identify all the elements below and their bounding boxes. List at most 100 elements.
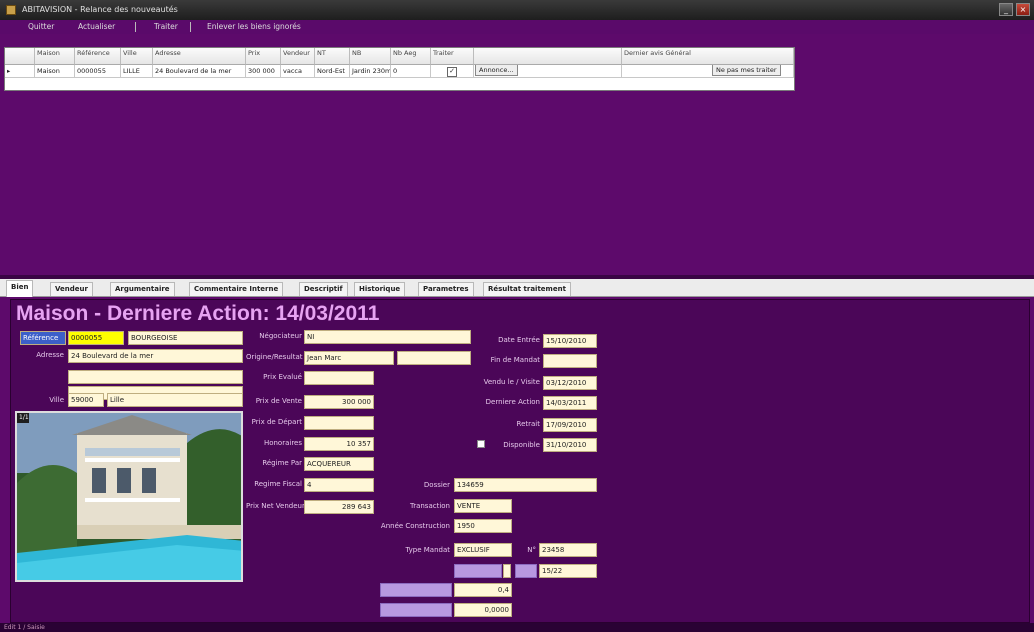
row-selector-arrow-icon[interactable]: ▸	[5, 65, 35, 78]
origin-extra-field[interactable]	[397, 351, 471, 365]
lavender-label-amount	[380, 603, 452, 617]
grid-header-treat[interactable]: Traiter	[431, 48, 474, 65]
tab-parametres[interactable]: Parametres	[418, 282, 474, 296]
cell-notice: Annonce...	[474, 65, 622, 78]
grid-header-seller[interactable]: Vendeur	[281, 48, 315, 65]
lavender-label-rate	[380, 583, 452, 597]
construction-year-label: Année Construction	[380, 522, 450, 530]
menu-quit[interactable]: Quitter	[28, 22, 54, 31]
cell-seller[interactable]: vacca	[281, 65, 315, 78]
minimize-icon[interactable]: _	[999, 3, 1013, 16]
cell-type[interactable]: Maison	[35, 65, 75, 78]
city-field[interactable]: Lille	[107, 393, 243, 407]
sale-price-label: Prix de Vente	[255, 397, 302, 405]
cell-nbaeg[interactable]: 0	[391, 65, 431, 78]
sold-visit-field[interactable]: 03/12/2010	[543, 376, 597, 390]
tab-resultat-traitement[interactable]: Résultat traitement	[483, 282, 571, 296]
mandate-end-field[interactable]	[543, 354, 597, 368]
reference-field[interactable]: 0000055	[68, 331, 124, 345]
property-photo-image	[17, 413, 241, 580]
tab-strip: Bien Vendeur Argumentaire Commentaire In…	[0, 279, 1034, 297]
negotiator-field[interactable]: NI	[304, 330, 471, 344]
net-seller-price-field[interactable]: 289 643	[304, 500, 374, 514]
fees-label: Honoraires	[263, 439, 302, 447]
estimated-price-field[interactable]	[304, 371, 374, 385]
available-checkbox[interactable]	[477, 440, 485, 448]
amount-field[interactable]: 0,0000	[454, 603, 512, 617]
withdrawal-field[interactable]: 17/09/2010	[543, 418, 597, 432]
grid-header-price[interactable]: Prix	[246, 48, 281, 65]
grid-header-nt[interactable]: NT	[315, 48, 350, 65]
last-action-label: Derniere Action	[485, 398, 540, 406]
tab-historique[interactable]: Historique	[354, 282, 406, 296]
cell-price[interactable]: 300 000	[246, 65, 281, 78]
grid-header-type[interactable]: Maison	[35, 48, 75, 65]
lavender-field-1[interactable]	[454, 564, 502, 578]
cell-city[interactable]: LILLE	[121, 65, 153, 78]
menu-refresh[interactable]: Actualiser	[78, 22, 115, 31]
paid-by-label: Régime Par	[262, 459, 302, 467]
reference-extra-field[interactable]: BOURGEOISE	[128, 331, 243, 345]
file-label: Dossier	[423, 481, 450, 489]
notice-button[interactable]: Annonce...	[475, 65, 518, 76]
address-label: Adresse	[36, 351, 64, 359]
file-field[interactable]: 134659	[454, 478, 597, 492]
tab-descriptif[interactable]: Descriptif	[299, 282, 348, 296]
grid-header-address[interactable]: Adresse	[153, 48, 246, 65]
lavender-field-2[interactable]	[515, 564, 537, 578]
city-label: Ville	[49, 396, 64, 404]
paid-by-field[interactable]: ACQUEREUR	[304, 457, 374, 471]
status-bar: Edit 1 / Saisie	[0, 623, 1034, 632]
menu-bar: Quitter Actualiser Traiter Enlever les b…	[0, 20, 1034, 34]
transaction-label: Transaction	[409, 502, 450, 510]
treat-checkbox[interactable]: ✓	[447, 67, 457, 77]
construction-year-field[interactable]: 1950	[454, 519, 512, 533]
sale-price-field[interactable]: 300 000	[304, 395, 374, 409]
extra-field[interactable]: 15/22	[539, 564, 597, 578]
tab-argumentaire[interactable]: Argumentaire	[110, 282, 175, 296]
menu-treat[interactable]: Traiter	[154, 22, 178, 31]
cell-nb[interactable]: Jardin 230m²	[350, 65, 391, 78]
grid-header-nbaeg[interactable]: Nb Aeg	[391, 48, 431, 65]
grid-header-reference[interactable]: Référence	[75, 48, 121, 65]
menu-unmark-ignored[interactable]: Enlever les biens ignorés	[207, 22, 301, 31]
window-titlebar: ABITAVISION - Relance des nouveautés _ ×	[0, 0, 1034, 20]
grid-header-last-notice[interactable]: Dernier avis Général	[622, 48, 794, 65]
start-price-label: Prix de Départ	[251, 418, 302, 426]
property-photo[interactable]: 1/1	[15, 411, 243, 582]
number-field[interactable]: 23458	[539, 543, 597, 557]
entry-date-label: Date Entrée	[498, 336, 540, 344]
cell-treat[interactable]: ✓	[431, 65, 474, 78]
tab-vendeur[interactable]: Vendeur	[50, 282, 93, 296]
origin-field[interactable]: Jean Marc	[304, 351, 394, 365]
tab-bien[interactable]: Bien	[6, 280, 34, 297]
cell-reference[interactable]: 0000055	[75, 65, 121, 78]
grid-header-nb[interactable]: NB	[350, 48, 391, 65]
tab-commentaire-interne[interactable]: Commentaire Interne	[189, 282, 284, 296]
transaction-field[interactable]: VENTE	[454, 499, 512, 513]
available-field[interactable]: 31/10/2010	[543, 438, 597, 452]
address-field[interactable]: 24 Boulevard de la mer	[68, 349, 243, 363]
fees-field[interactable]: 10 357	[304, 437, 374, 451]
app-icon	[6, 5, 16, 15]
close-icon[interactable]: ×	[1016, 3, 1030, 16]
mandate-type-field[interactable]: EXCLUSIF	[454, 543, 512, 557]
entry-date-field[interactable]: 15/10/2010	[543, 334, 597, 348]
grid-header-city[interactable]: Ville	[121, 48, 153, 65]
rate-field[interactable]: 0,4	[454, 583, 512, 597]
origin-label: Origine/Resultat	[246, 353, 303, 361]
address2-field[interactable]	[68, 370, 243, 384]
cell-action: Ne pas mes traiter	[622, 65, 794, 78]
cell-nt[interactable]: Nord-Est	[315, 65, 350, 78]
do-not-treat-button[interactable]: Ne pas mes traiter	[712, 65, 781, 76]
window-title: ABITAVISION - Relance des nouveautés	[22, 5, 178, 14]
postcode-field[interactable]: 59000	[68, 393, 104, 407]
withdrawal-label: Retrait	[516, 420, 540, 428]
reference-label: Référence	[20, 331, 66, 345]
net-seller-price-label: Prix Net Vendeur	[246, 502, 305, 510]
last-action-field[interactable]: 14/03/2011	[543, 396, 597, 410]
tax-regime-field[interactable]: 4	[304, 478, 374, 492]
cell-address[interactable]: 24 Boulevard de la mer	[153, 65, 246, 78]
small-field[interactable]	[503, 564, 511, 578]
start-price-field[interactable]	[304, 416, 374, 430]
